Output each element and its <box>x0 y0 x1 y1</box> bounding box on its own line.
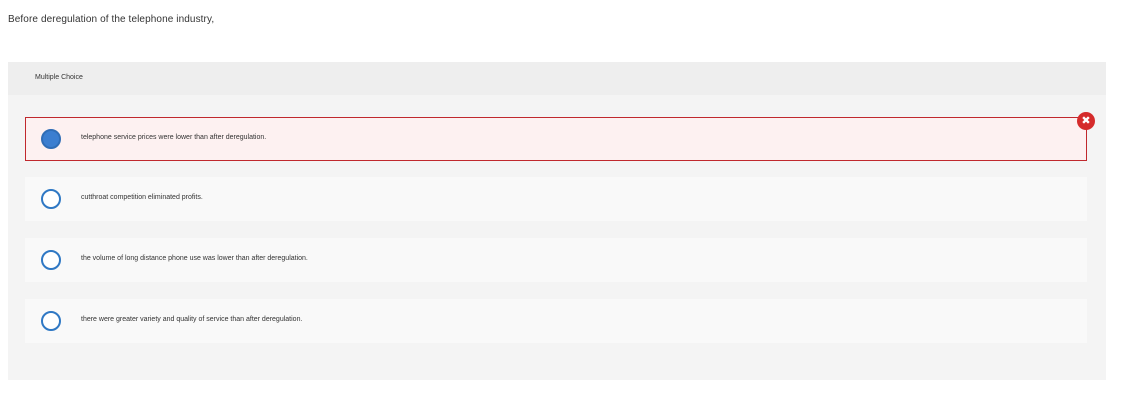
choice-label: telephone service prices were lower than… <box>81 134 267 141</box>
question-prompt: Before deregulation of the telephone ind… <box>8 14 215 25</box>
choice-option-1[interactable]: telephone service prices were lower than… <box>25 117 1087 161</box>
radio-button[interactable] <box>41 311 61 331</box>
choices-list: telephone service prices were lower than… <box>8 95 1106 380</box>
radio-button[interactable] <box>41 189 61 209</box>
choice-option-3[interactable]: the volume of long distance phone use wa… <box>25 238 1087 282</box>
choice-label: the volume of long distance phone use wa… <box>81 255 308 262</box>
answer-panel: Multiple Choice telephone service prices… <box>8 62 1106 380</box>
question-type-label: Multiple Choice <box>35 74 83 81</box>
radio-button-selected[interactable] <box>41 129 61 149</box>
radio-button[interactable] <box>41 250 61 270</box>
panel-header: Multiple Choice <box>8 62 1106 95</box>
incorrect-x-icon: ✖ <box>1077 112 1095 130</box>
choice-label: there were greater variety and quality o… <box>81 316 303 323</box>
choice-option-4[interactable]: there were greater variety and quality o… <box>25 299 1087 343</box>
choice-label: cutthroat competition eliminated profits… <box>81 194 203 201</box>
choice-option-2[interactable]: cutthroat competition eliminated profits… <box>25 177 1087 221</box>
